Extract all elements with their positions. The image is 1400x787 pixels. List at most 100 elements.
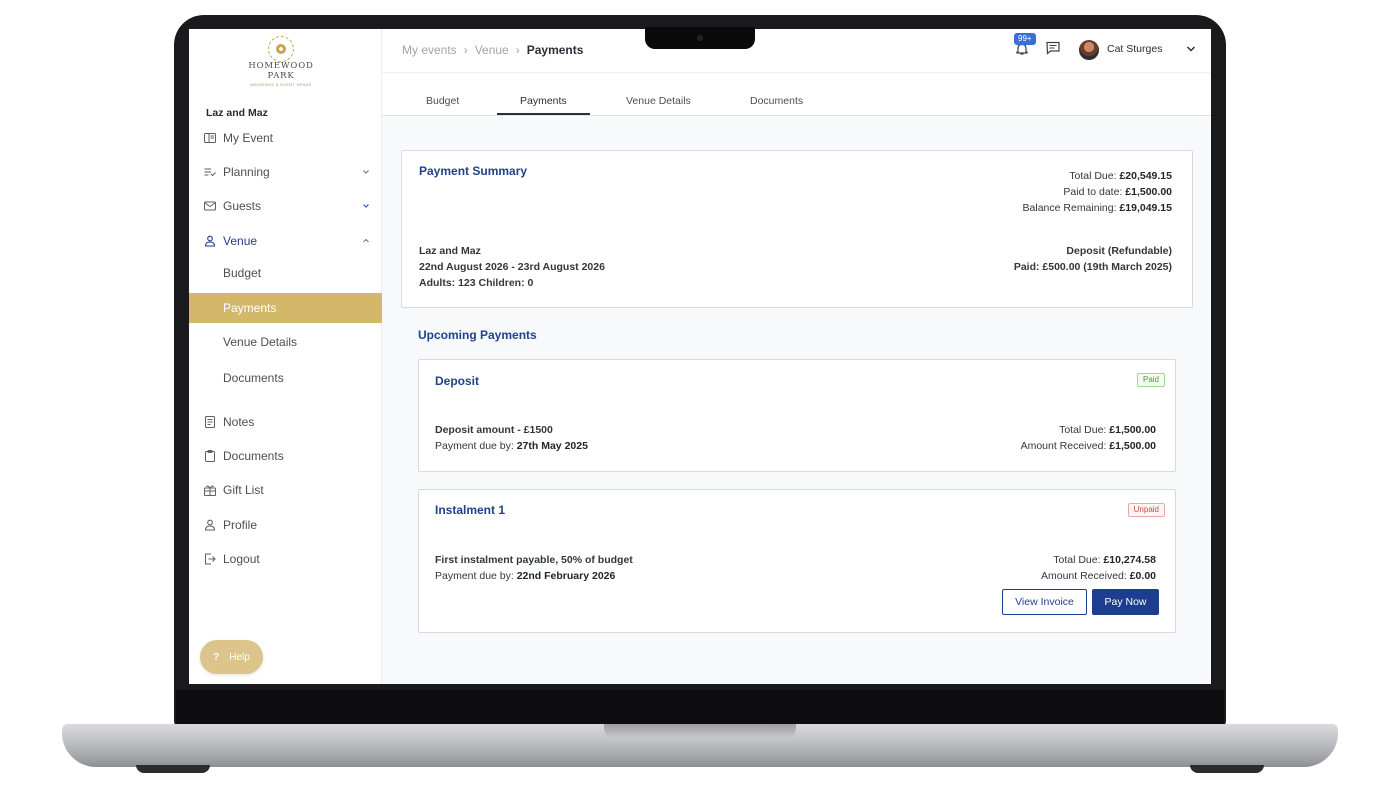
payment-description: First instalment payable, 50% of budget: [435, 554, 633, 566]
paid-to-date-label: Paid to date:: [1063, 186, 1123, 198]
total-due-label: Total Due:: [1053, 554, 1101, 566]
sidebar-item-guests[interactable]: Guests: [189, 191, 382, 221]
sidebar: HOMEWOOD PARK WEDDINGS & EVENT VENUE Laz…: [189, 29, 382, 684]
deposit-refundable-title: Deposit (Refundable): [1066, 245, 1172, 257]
payment-card-deposit: Deposit Paid Deposit amount - £1500 Paym…: [418, 359, 1176, 472]
received-label: Amount Received:: [1041, 570, 1127, 582]
upcoming-payments-title: Upcoming Payments: [418, 328, 537, 342]
chevron-right-icon: ›: [515, 43, 520, 57]
received-value: £1,500.00: [1109, 440, 1156, 452]
person-icon: [204, 519, 216, 531]
chevron-down-icon[interactable]: [362, 168, 370, 176]
help-button[interactable]: ? Help: [200, 640, 263, 674]
breadcrumb-current: Payments: [526, 43, 584, 57]
sidebar-item-notes[interactable]: Notes: [189, 407, 382, 437]
paid-to-date-value: £1,500.00: [1125, 186, 1172, 198]
venue-logo[interactable]: HOMEWOOD PARK WEDDINGS & EVENT VENUE: [245, 36, 317, 91]
chevron-down-icon[interactable]: [1186, 44, 1196, 54]
payment-total-due: Total Due: £1,500.00: [1059, 424, 1156, 436]
tab-payments[interactable]: Payments: [520, 95, 567, 107]
payment-card-title: Deposit: [435, 374, 480, 388]
balance-remaining: Balance Remaining: £19,049.15: [1023, 202, 1172, 214]
top-header: My events › Venue › Payments 99+ Cat Stu…: [382, 29, 1211, 73]
person-icon: [204, 235, 216, 247]
due-date: 27th May 2025: [516, 440, 588, 452]
calendar-panel-icon: [204, 132, 216, 144]
payment-amount-received: Amount Received: £1,500.00: [1021, 440, 1156, 452]
sidebar-subitem-budget[interactable]: Budget: [189, 258, 382, 288]
payment-card-instalment-1: Instalment 1 Unpaid First instalment pay…: [418, 489, 1176, 633]
breadcrumb-my-events[interactable]: My events: [402, 43, 457, 57]
sidebar-item-venue[interactable]: Venue: [189, 226, 382, 256]
guest-count: Adults: 123 Children: 0: [419, 277, 534, 289]
notification-badge: 99+: [1014, 33, 1036, 45]
help-label: Help: [229, 651, 250, 663]
laptop-base-groove: [604, 724, 796, 738]
payment-card-title: Instalment 1: [435, 503, 506, 517]
laptop-mockup: HOMEWOOD PARK WEDDINGS & EVENT VENUE Laz…: [0, 0, 1400, 787]
tab-documents[interactable]: Documents: [750, 95, 803, 107]
logout-icon: [204, 553, 216, 565]
payment-total-due: Total Due: £10,274.58: [1053, 554, 1156, 566]
chevron-down-icon[interactable]: [362, 202, 370, 210]
due-date: 22nd February 2026: [516, 570, 616, 582]
payment-summary-title: Payment Summary: [419, 164, 528, 178]
due-label: Payment due by:: [435, 440, 514, 452]
envelope-icon: [204, 200, 216, 212]
tab-venue-details[interactable]: Venue Details: [626, 95, 691, 107]
user-name[interactable]: Cat Sturges: [1107, 43, 1162, 55]
sidebar-subitem-venue-details[interactable]: Venue Details: [189, 327, 382, 357]
sidebar-item-label: Gift List: [223, 483, 264, 497]
payment-due-by: Payment due by: 27th May 2025: [435, 440, 588, 452]
view-invoice-button[interactable]: View Invoice: [1002, 589, 1087, 615]
payment-description: Deposit amount - £1500: [435, 424, 553, 436]
sidebar-item-label: Guests: [223, 199, 262, 213]
camera-icon: [697, 35, 703, 41]
sidebar-item-label: Planning: [223, 165, 270, 179]
breadcrumb-venue[interactable]: Venue: [475, 43, 509, 57]
sidebar-item-documents[interactable]: Documents: [189, 441, 382, 471]
sidebar-item-label: Profile: [223, 518, 258, 532]
venue-tabs: Budget Payments Venue Details Documents: [382, 73, 1211, 116]
payment-due-by: Payment due by: 22nd February 2026: [435, 570, 615, 582]
notes-icon: [204, 416, 216, 428]
chat-icon[interactable]: [1046, 41, 1060, 55]
logo-tagline: WEDDINGS & EVENT VENUE: [250, 83, 312, 87]
active-tab-indicator: [497, 113, 590, 115]
logo-name-line2: PARK: [267, 71, 295, 81]
breadcrumb: My events › Venue › Payments: [402, 43, 583, 57]
laptop-screen-bezel: [176, 690, 1224, 726]
status-badge: Unpaid: [1127, 503, 1165, 517]
total-due-value: £1,500.00: [1109, 424, 1156, 436]
balance-remaining-label: Balance Remaining:: [1022, 202, 1117, 214]
chevron-up-icon[interactable]: [362, 237, 370, 245]
sidebar-item-my-event[interactable]: My Event: [189, 123, 382, 153]
event-dates: 22nd August 2026 - 23rd August 2026: [419, 261, 605, 273]
sidebar-item-label: My Event: [223, 131, 274, 145]
logo-name-line1: HOMEWOOD: [248, 61, 314, 71]
sidebar-item-label: Logout: [223, 552, 260, 566]
total-due: Total Due: £20,549.15: [1069, 170, 1172, 182]
chevron-right-icon: ›: [463, 43, 468, 57]
payment-amount-received: Amount Received: £0.00: [1041, 570, 1156, 582]
sidebar-item-label: Venue: [223, 234, 258, 248]
laptop-foot-right: [1190, 765, 1264, 773]
total-due-value: £20,549.15: [1119, 170, 1172, 182]
tab-budget[interactable]: Budget: [426, 95, 459, 107]
paid-to-date: Paid to date: £1,500.00: [1063, 186, 1172, 198]
due-label: Payment due by:: [435, 570, 514, 582]
avatar[interactable]: [1079, 40, 1099, 60]
sidebar-subitem-payments[interactable]: Payments: [189, 293, 382, 323]
sidebar-item-logout[interactable]: Logout: [189, 544, 382, 574]
sidebar-item-planning[interactable]: Planning: [189, 157, 382, 187]
sidebar-subitem-documents[interactable]: Documents: [189, 363, 382, 393]
received-value: £0.00: [1129, 570, 1156, 582]
question-icon: ?: [213, 651, 220, 663]
couple-name: Laz and Maz: [419, 245, 481, 257]
clipboard-icon: [204, 450, 216, 462]
sidebar-item-profile[interactable]: Profile: [189, 510, 382, 540]
pay-now-button[interactable]: Pay Now: [1092, 589, 1159, 615]
sidebar-item-gift-list[interactable]: Gift List: [189, 475, 382, 505]
camera-notch: [645, 27, 755, 49]
received-label: Amount Received:: [1020, 440, 1107, 452]
